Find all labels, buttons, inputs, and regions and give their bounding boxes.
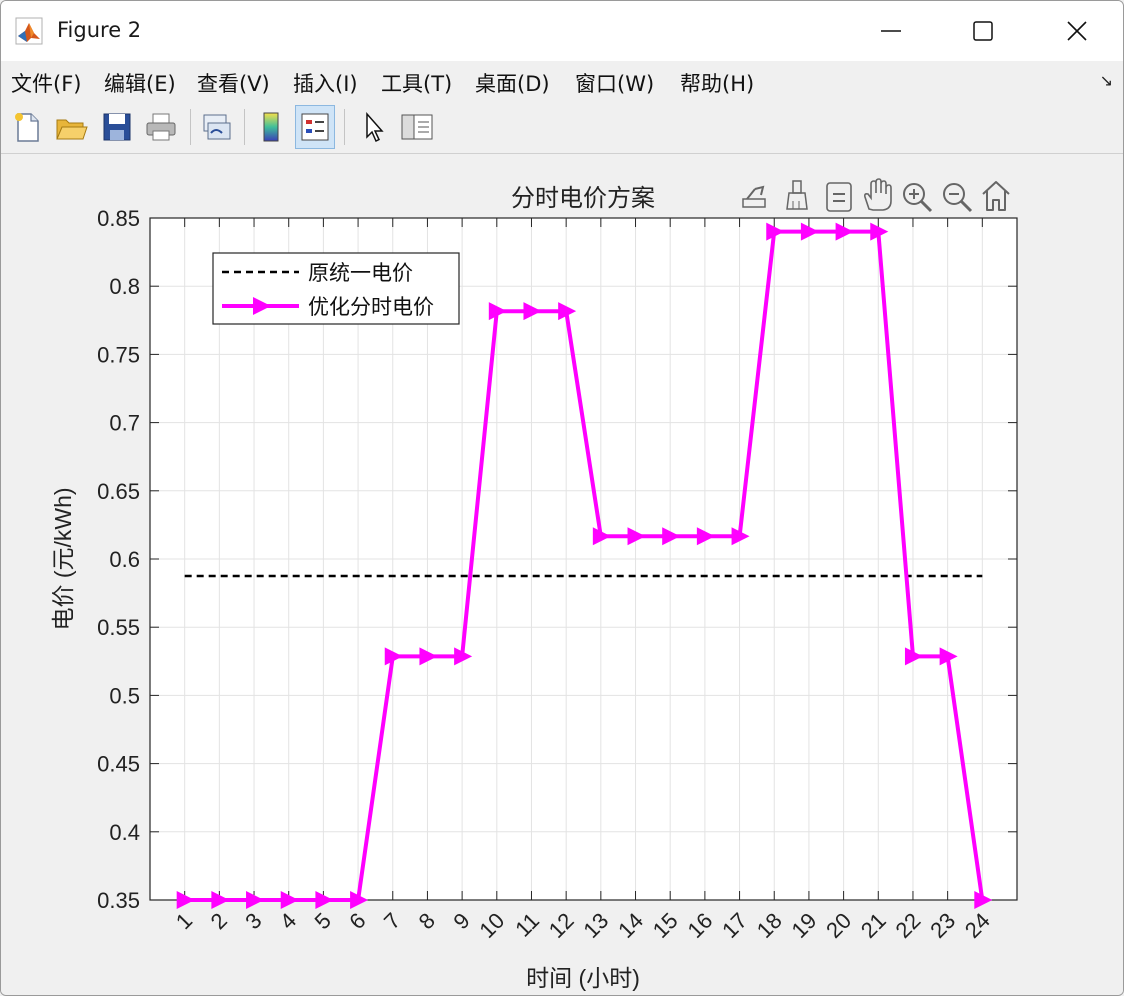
title-bar[interactable]: Figure 2 bbox=[1, 1, 1123, 61]
y-tick-label: 0.8 bbox=[109, 274, 140, 299]
legend-button[interactable] bbox=[295, 105, 335, 149]
y-tick-label: 0.4 bbox=[109, 820, 140, 845]
x-tick-label: 11 bbox=[510, 908, 544, 942]
toolbar-separator bbox=[344, 109, 345, 145]
brush-icon[interactable] bbox=[786, 180, 808, 210]
save-button[interactable] bbox=[97, 105, 137, 149]
menu-help[interactable]: 帮助(H) bbox=[680, 68, 754, 98]
menu-desktop[interactable]: 桌面(D) bbox=[475, 68, 550, 98]
property-inspector-icon bbox=[401, 114, 433, 140]
y-tick-label: 0.6 bbox=[109, 547, 140, 572]
toolbar-separator bbox=[190, 109, 191, 145]
legend-label-tou-price: 优化分时电价 bbox=[308, 295, 434, 319]
y-tick-label: 0.85 bbox=[97, 206, 140, 231]
zoom-out-icon[interactable] bbox=[943, 183, 973, 213]
print-icon bbox=[146, 113, 176, 141]
link-figure-icon bbox=[203, 114, 231, 140]
menu-dock-arrow-icon[interactable]: ↘ bbox=[1100, 71, 1113, 90]
x-tick-label: 2 bbox=[206, 908, 232, 934]
close-button[interactable] bbox=[1029, 5, 1123, 57]
y-tick-label: 0.75 bbox=[97, 342, 140, 367]
x-tick-label: 24 bbox=[960, 908, 995, 943]
y-tick-labels: 0.35 0.4 0.45 0.5 0.55 0.6 0.65 0.7 0.75 0.8 0.85 bbox=[97, 206, 140, 913]
chart-title: 分时电价方案 bbox=[511, 184, 655, 212]
x-tick-label: 8 bbox=[414, 908, 440, 934]
x-tick-label: 14 bbox=[613, 908, 648, 943]
property-inspector-button[interactable] bbox=[397, 105, 437, 149]
x-tick-label: 1 bbox=[171, 908, 197, 934]
x-tick-label: 19 bbox=[786, 908, 821, 943]
matlab-logo-icon bbox=[15, 17, 43, 45]
x-tick-label: 17 bbox=[717, 908, 752, 943]
legend-label-uniform-price: 原统一电价 bbox=[308, 261, 413, 285]
menu-view[interactable]: 查看(V) bbox=[197, 68, 270, 98]
y-tick-label: 0.45 bbox=[97, 752, 140, 777]
x-tick-label: 5 bbox=[310, 908, 336, 934]
menu-bar: 文件(F) 编辑(E) 查看(V) 插入(I) 工具(T) 桌面(D) 窗口(W… bbox=[1, 61, 1123, 101]
x-tick-label: 7 bbox=[379, 908, 405, 934]
figure-toolbar bbox=[1, 101, 1123, 154]
minimize-button[interactable] bbox=[843, 5, 939, 57]
menu-window[interactable]: 窗口(W) bbox=[575, 68, 654, 98]
data-tips-icon[interactable] bbox=[826, 182, 852, 212]
edit-pointer-icon bbox=[366, 112, 384, 143]
x-tick-label: 22 bbox=[891, 908, 926, 943]
y-tick-label: 0.55 bbox=[97, 615, 140, 640]
x-tick-label: 20 bbox=[821, 908, 856, 943]
menu-edit[interactable]: 编辑(E) bbox=[104, 68, 176, 98]
y-tick-label: 0.35 bbox=[97, 888, 140, 913]
x-tick-label: 4 bbox=[275, 908, 301, 934]
colorbar-icon bbox=[263, 112, 279, 142]
open-folder-icon bbox=[56, 119, 88, 140]
legend[interactable]: 原统一电价 优化分时电价 bbox=[212, 252, 460, 325]
figure-window: Figure 2 文件(F) 编辑(E) 查看(V) 插入(I) 工具(T) 桌… bbox=[0, 0, 1124, 996]
figure-canvas: 分时电价方案 0.35 0.4 0.45 0.5 0.55 0.6 0.65 0… bbox=[1, 154, 1123, 995]
new-file-button[interactable] bbox=[7, 105, 47, 149]
new-file-icon bbox=[15, 113, 39, 142]
y-tick-label: 0.5 bbox=[109, 683, 140, 708]
maximize-icon bbox=[973, 21, 993, 41]
zoom-in-icon[interactable] bbox=[903, 183, 933, 213]
x-tick-label: 16 bbox=[682, 908, 717, 943]
close-icon bbox=[1067, 21, 1087, 41]
edit-plot-button[interactable] bbox=[353, 105, 393, 149]
x-tick-label: 15 bbox=[648, 908, 683, 943]
link-figure-button[interactable] bbox=[197, 105, 237, 149]
colorbar-button[interactable] bbox=[251, 105, 291, 149]
x-tick-label: 3 bbox=[240, 908, 266, 934]
x-tick-label: 13 bbox=[578, 908, 613, 943]
x-axis-label: 时间 (小时) bbox=[526, 965, 640, 991]
export-icon[interactable] bbox=[742, 185, 766, 208]
maximize-button[interactable] bbox=[935, 5, 1031, 57]
window-title: Figure 2 bbox=[57, 18, 142, 42]
menu-file[interactable]: 文件(F) bbox=[11, 68, 81, 98]
axes-toolbar bbox=[742, 178, 1010, 213]
x-tick-label: 12 bbox=[544, 908, 579, 943]
print-button[interactable] bbox=[141, 105, 181, 149]
line-chart[interactable]: 分时电价方案 0.350.40.450.50.550.60.650.70.750… bbox=[1, 154, 1123, 995]
pan-icon[interactable] bbox=[864, 178, 892, 211]
legend-icon bbox=[301, 113, 329, 141]
open-file-button[interactable] bbox=[51, 105, 91, 149]
x-tick-label: 23 bbox=[925, 908, 960, 943]
x-tick-label: 9 bbox=[448, 908, 474, 934]
minimize-icon bbox=[881, 30, 901, 32]
menu-tools[interactable]: 工具(T) bbox=[381, 68, 452, 98]
x-tick-label: 6 bbox=[344, 908, 370, 934]
x-tick-label: 10 bbox=[474, 908, 509, 943]
toolbar-separator bbox=[244, 109, 245, 145]
menu-insert[interactable]: 插入(I) bbox=[293, 68, 358, 98]
home-icon[interactable] bbox=[982, 181, 1010, 211]
save-icon bbox=[103, 113, 131, 141]
x-tick-labels: 1 2 3 4 5 6 7 8 9 10 11 12 13 14 15 16 17 18 19 20 21 22 23 24 bbox=[171, 908, 995, 943]
y-tick-label: 0.7 bbox=[109, 411, 140, 436]
y-axis-label: 电价 (元/kWh) bbox=[50, 487, 76, 630]
y-tick-label: 0.65 bbox=[97, 479, 140, 504]
x-tick-label: 18 bbox=[752, 908, 787, 943]
x-tick-label: 21 bbox=[856, 908, 891, 943]
